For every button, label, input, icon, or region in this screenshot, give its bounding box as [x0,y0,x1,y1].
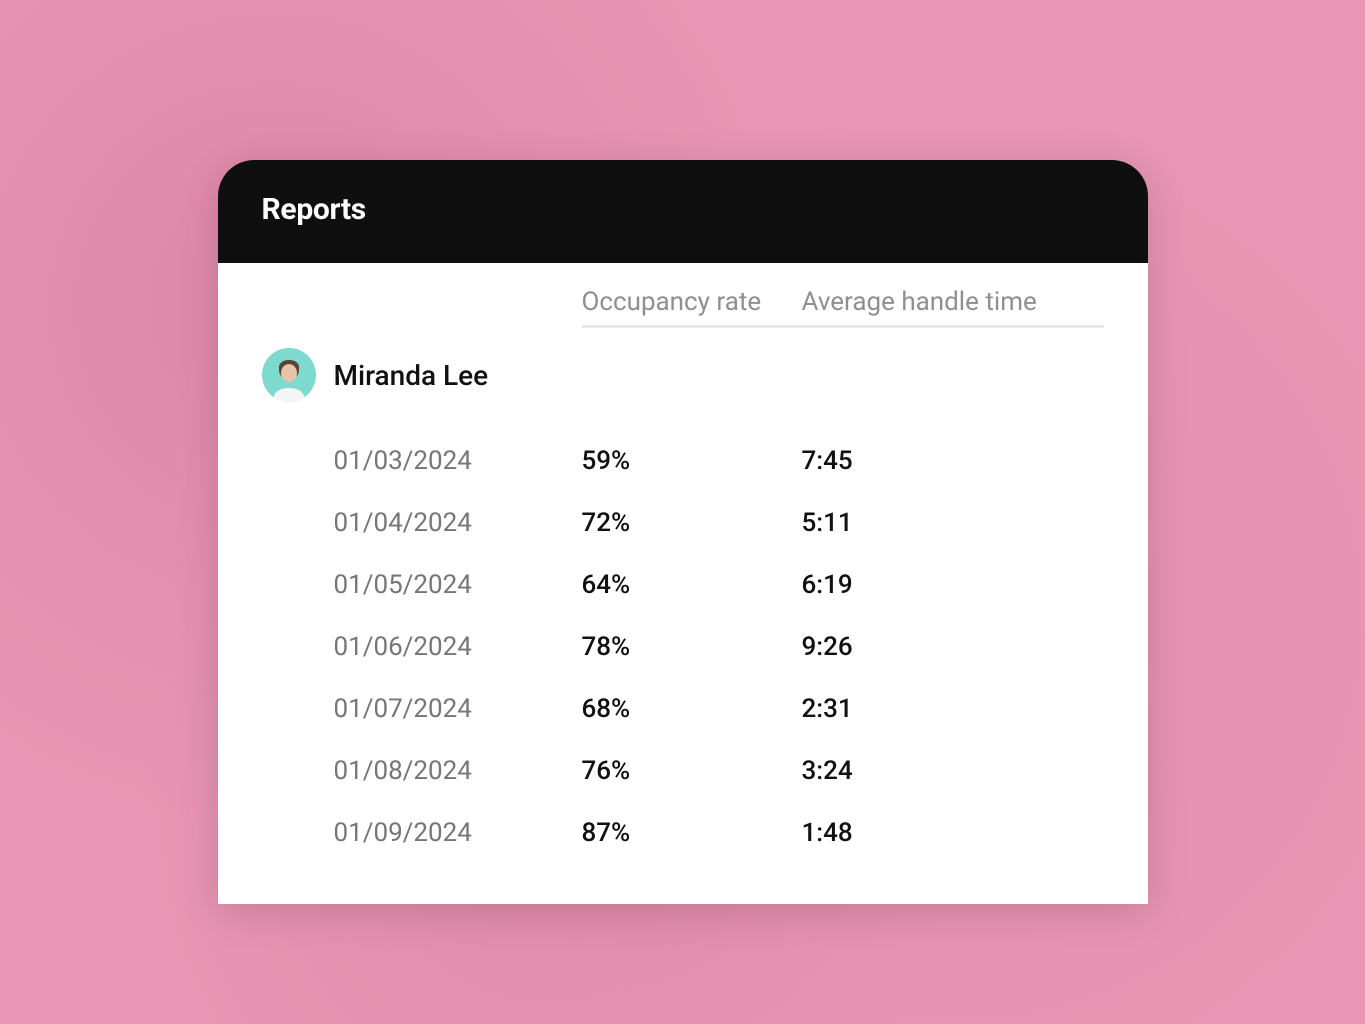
avatar [262,348,316,402]
handle-time-cell: 3:24 [802,756,1104,786]
card-body: Occupancy rate Average handle time Miran… [218,263,1148,904]
handle-time-cell: 6:19 [802,570,1104,600]
occupancy-cell: 59% [582,446,802,476]
date-cell: 01/05/2024 [262,570,582,600]
avatar-person-icon [267,354,311,402]
handle-time-cell: 2:31 [802,694,1104,724]
agent-name: Miranda Lee [334,359,489,392]
card-header: Reports [218,160,1148,263]
table-row[interactable]: 01/05/202464%6:19 [262,554,1104,616]
handle-time-cell: 7:45 [802,446,1104,476]
occupancy-cell: 87% [582,818,802,848]
table-row[interactable]: 01/06/202478%9:26 [262,616,1104,678]
data-rows-container: 01/03/202459%7:4501/04/202472%5:1101/05/… [262,430,1104,864]
table-row[interactable]: 01/09/202487%1:48 [262,802,1104,864]
table-row[interactable]: 01/03/202459%7:45 [262,430,1104,492]
column-header-handle-time[interactable]: Average handle time [802,287,1104,317]
date-cell: 01/09/2024 [262,818,582,848]
card-title: Reports [262,192,1104,227]
handle-time-cell: 9:26 [802,632,1104,662]
date-cell: 01/08/2024 [262,756,582,786]
occupancy-cell: 76% [582,756,802,786]
agent-row[interactable]: Miranda Lee [262,348,1104,402]
occupancy-cell: 78% [582,632,802,662]
date-cell: 01/07/2024 [262,694,582,724]
reports-card: Reports Occupancy rate Average handle ti… [218,160,1148,904]
handle-time-cell: 1:48 [802,818,1104,848]
table-row[interactable]: 01/04/202472%5:11 [262,492,1104,554]
date-cell: 01/03/2024 [262,446,582,476]
occupancy-cell: 68% [582,694,802,724]
header-underline [582,325,1104,328]
handle-time-cell: 5:11 [802,508,1104,538]
occupancy-cell: 64% [582,570,802,600]
columns-header-row: Occupancy rate Average handle time [262,287,1104,325]
occupancy-cell: 72% [582,508,802,538]
column-header-occupancy[interactable]: Occupancy rate [582,287,802,317]
date-cell: 01/06/2024 [262,632,582,662]
table-row[interactable]: 01/08/202476%3:24 [262,740,1104,802]
date-cell: 01/04/2024 [262,508,582,538]
table-row[interactable]: 01/07/202468%2:31 [262,678,1104,740]
